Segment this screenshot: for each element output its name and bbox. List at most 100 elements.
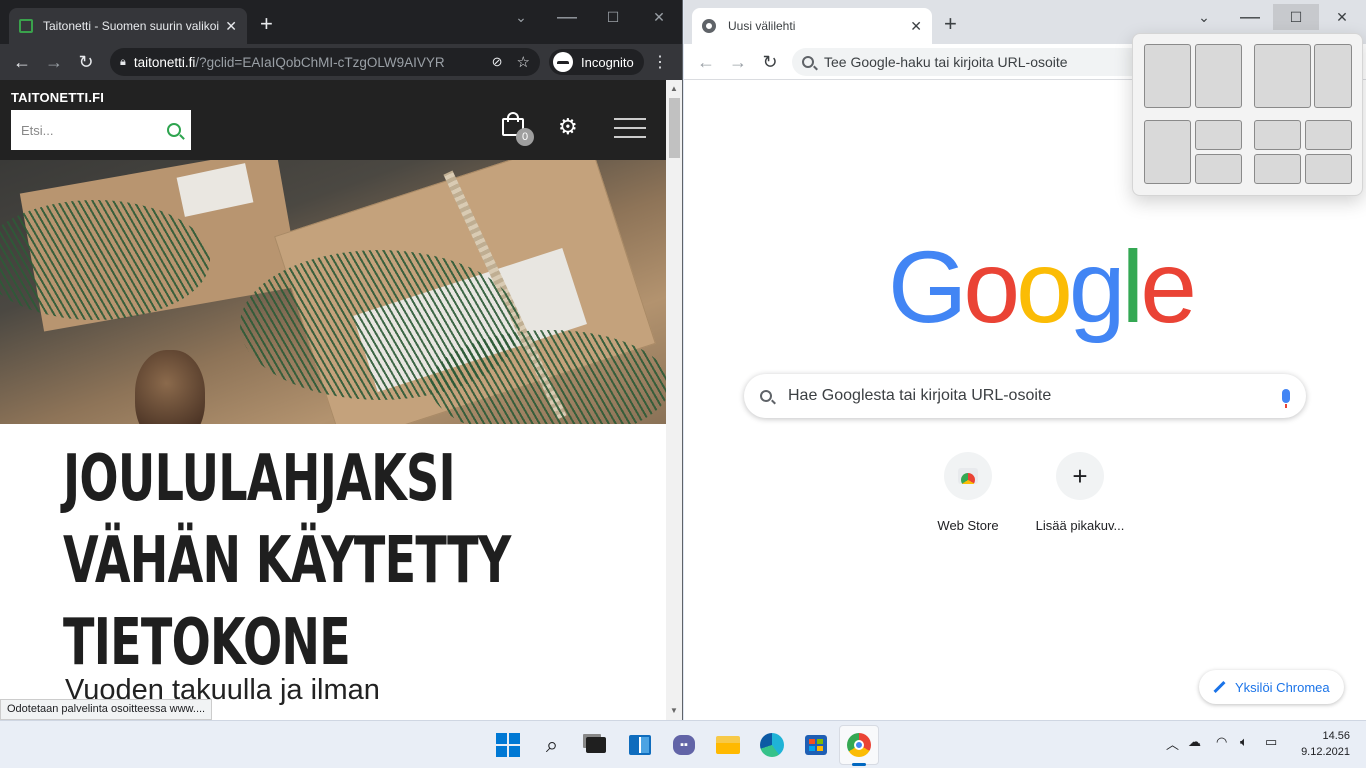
customize-label: Yksilöi Chromea <box>1235 679 1330 695</box>
snap-zone[interactable] <box>1305 154 1352 184</box>
snap-zone[interactable] <box>1254 154 1301 184</box>
taitonetti-favicon-icon <box>19 19 33 33</box>
scrollbar-thumb[interactable] <box>669 98 680 158</box>
minimize-button[interactable]: ⌄ <box>1181 4 1227 30</box>
scroll-down-icon[interactable]: ▼ <box>670 706 678 715</box>
active-app-indicator <box>852 763 866 766</box>
web-page: TAITONETTI.FI Etsi... 0 ⚙ JOULULAHJAKSI … <box>0 80 666 720</box>
snap-zone[interactable] <box>1195 44 1242 108</box>
headline-line: VÄHÄN KÄYTETTY <box>63 524 511 598</box>
volume-icon[interactable]: 🔈︎ <box>1240 734 1248 750</box>
browser-menu-icon[interactable]: ⋮ <box>652 52 668 72</box>
google-logo: Google <box>888 230 1197 344</box>
taskbar: ⌕ ▪▪ <box>0 720 1366 768</box>
chrome-favicon-icon <box>702 19 716 33</box>
google-search-box[interactable]: Hae Googlesta tai kirjoita URL-osoite <box>744 374 1306 418</box>
close-window-button[interactable]: ✕ <box>636 4 682 30</box>
new-tab-button[interactable]: + <box>944 12 957 36</box>
maximize-button[interactable]: ☐ <box>1273 4 1319 30</box>
edge-icon[interactable] <box>759 732 785 758</box>
cart-button[interactable]: 0 <box>500 112 534 146</box>
snap-zone[interactable] <box>1254 44 1311 108</box>
logo-letter: l <box>1121 230 1145 344</box>
incognito-label: Incognito <box>581 54 634 70</box>
forward-arrow-icon[interactable]: → <box>42 50 66 74</box>
snap-layouts-flyout <box>1132 33 1363 196</box>
forward-arrow-icon[interactable]: → <box>726 50 750 74</box>
battery-icon[interactable]: ▭ <box>1265 734 1277 750</box>
search-icon <box>760 390 772 402</box>
logo-letter: g <box>1068 230 1126 344</box>
search-taskbar-icon[interactable]: ⌕ <box>539 732 565 758</box>
logo-letter: e <box>1140 230 1197 344</box>
vertical-scrollbar[interactable]: ▲ ▼ <box>666 80 682 720</box>
search-icon <box>802 56 814 68</box>
plus-icon: + <box>1072 460 1088 491</box>
close-tab-icon[interactable]: ✕ <box>225 18 237 35</box>
toolbar: ← → ↻ 🔒︎ taitonetti.fi/?gclid=EAIaIQobCh… <box>0 44 682 80</box>
status-bubble: Odotetaan palvelinta osoitteessa www.... <box>0 699 213 720</box>
chrome-icon[interactable] <box>846 732 872 758</box>
window-controls: ⌄ — ☐ ✕ <box>498 4 682 30</box>
snap-zone[interactable] <box>1314 44 1352 108</box>
snap-zone[interactable] <box>1144 44 1191 108</box>
desktop: Taitonetti - Suomen suurin valikoima ✕ +… <box>0 0 1366 768</box>
back-arrow-icon[interactable]: ← <box>694 50 718 74</box>
new-tab-button[interactable]: + <box>260 12 273 36</box>
site-logo[interactable]: TAITONETTI.FI <box>11 90 104 105</box>
address-bar[interactable]: 🔒︎ taitonetti.fi/?gclid=EAIaIQobChMI-cTz… <box>110 48 540 76</box>
widgets-icon[interactable] <box>627 732 653 758</box>
onedrive-offline-icon[interactable]: ☁ <box>1188 734 1201 750</box>
site-search-input[interactable]: Etsi... <box>11 110 191 150</box>
shortcut-label: Lisää pikakuv... <box>1035 518 1125 533</box>
search-icon[interactable] <box>167 123 181 137</box>
close-window-button[interactable]: ✕ <box>1319 4 1365 30</box>
show-hidden-icons-chevron-icon[interactable]: ︿ <box>1166 734 1179 753</box>
reload-icon[interactable]: ↻ <box>758 50 782 74</box>
snap-zone[interactable] <box>1195 154 1242 184</box>
customize-chrome-button[interactable]: Yksilöi Chromea <box>1199 670 1344 704</box>
pencil-icon <box>1213 681 1225 693</box>
teams-chat-icon[interactable]: ▪▪ <box>671 732 697 758</box>
scroll-up-icon[interactable]: ▲ <box>670 84 678 93</box>
cart-count-badge: 0 <box>516 128 534 146</box>
tab-strip: Taitonetti - Suomen suurin valikoima ✕ +… <box>0 0 682 44</box>
gear-icon[interactable]: ⚙ <box>558 116 578 138</box>
snap-zone[interactable] <box>1144 120 1191 184</box>
incognito-indicator[interactable]: Incognito <box>549 49 644 75</box>
back-arrow-icon[interactable]: ← <box>10 50 34 74</box>
incognito-icon <box>553 52 573 72</box>
shortcut-web-store[interactable]: Web Store <box>912 450 1024 533</box>
headline-line: TIETOKONE <box>63 606 351 680</box>
snap-zone[interactable] <box>1305 120 1352 150</box>
tab-new-tab[interactable]: Uusi välilehti ✕ <box>692 8 932 44</box>
lock-icon: 🔒︎ <box>120 55 126 68</box>
microsoft-store-icon[interactable] <box>803 732 829 758</box>
restore-button[interactable]: — <box>1227 4 1273 30</box>
wifi-icon[interactable]: ◠ <box>1216 734 1227 750</box>
tab-taitonetti[interactable]: Taitonetti - Suomen suurin valikoima ✕ <box>9 8 247 44</box>
close-tab-icon[interactable]: ✕ <box>910 18 922 35</box>
file-explorer-icon[interactable] <box>715 732 741 758</box>
maximize-button[interactable]: ☐ <box>590 4 636 30</box>
tab-title: Uusi välilehti <box>728 19 796 33</box>
shortcut-tile <box>944 452 992 500</box>
minimize-button[interactable]: ⌄ <box>498 4 544 30</box>
reload-icon[interactable]: ↻ <box>74 50 98 74</box>
headline-line: JOULULAHJAKSI <box>63 442 456 516</box>
restore-button[interactable]: — <box>544 4 590 30</box>
tracking-blocked-eye-icon[interactable]: ⊘ <box>492 54 503 70</box>
snap-zone[interactable] <box>1254 120 1301 150</box>
logo-letter: o <box>963 230 1020 344</box>
start-button[interactable] <box>495 732 521 758</box>
task-view-icon[interactable] <box>583 732 609 758</box>
snap-zone[interactable] <box>1195 120 1242 150</box>
shortcut-label: Web Store <box>937 518 999 533</box>
search-placeholder: Hae Googlesta tai kirjoita URL-osoite <box>788 387 1052 404</box>
bookmark-star-icon[interactable]: ☆ <box>517 53 530 71</box>
system-clock[interactable]: 14.56 9.12.2021 <box>1296 728 1350 760</box>
clock-date: 9.12.2021 <box>1301 746 1350 758</box>
hamburger-menu-icon[interactable] <box>614 118 646 138</box>
microphone-icon[interactable] <box>1282 389 1290 408</box>
shortcut-add[interactable]: + Lisää pikakuv... <box>1024 450 1136 533</box>
